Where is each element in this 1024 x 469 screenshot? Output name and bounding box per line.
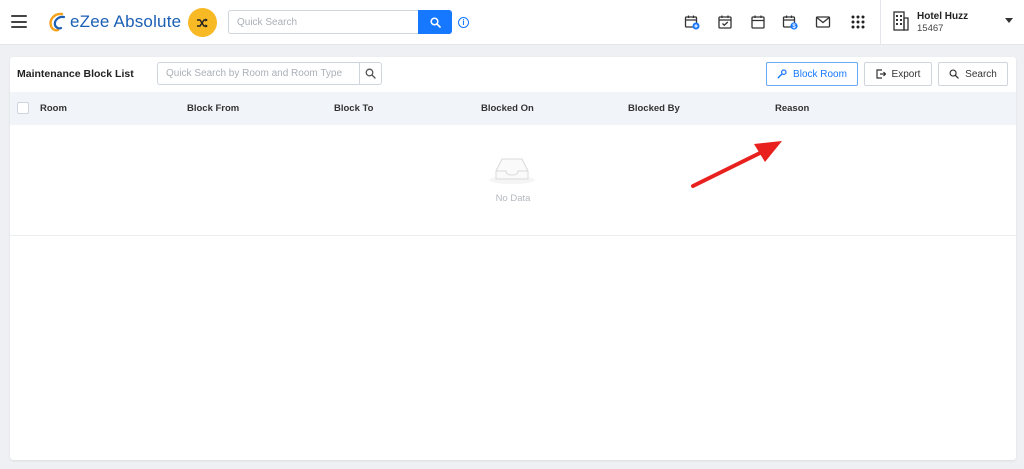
column-block-from[interactable]: Block From <box>187 103 239 114</box>
top-bar: eZee Absolute i <box>0 0 1024 45</box>
calendar-icon[interactable] <box>749 13 767 31</box>
search-icon <box>949 69 959 79</box>
menu-icon[interactable] <box>11 15 27 28</box>
column-room[interactable]: Room <box>40 103 67 114</box>
maintenance-block-card: Maintenance Block List Block Room Export <box>10 57 1016 460</box>
search-button[interactable]: Search <box>938 62 1008 86</box>
no-data-text: No Data <box>495 193 531 204</box>
column-reason[interactable]: Reason <box>775 103 809 114</box>
page-title: Maintenance Block List <box>17 68 134 80</box>
quick-search-input[interactable] <box>228 10 418 34</box>
block-room-label: Block Room <box>793 68 847 80</box>
export-label: Export <box>891 68 921 80</box>
search-icon <box>365 68 376 79</box>
wrench-icon <box>777 69 787 79</box>
empty-inbox-icon <box>489 158 535 184</box>
export-button[interactable]: Export <box>864 62 932 86</box>
calendar-check-icon[interactable] <box>716 13 734 31</box>
select-all-checkbox[interactable] <box>17 102 29 114</box>
app-name: eZee Absolute <box>70 12 182 31</box>
search-icon <box>429 16 441 28</box>
hotel-id: 15467 <box>917 23 944 34</box>
table-header: Room Block From Block To Blocked On Bloc… <box>10 92 1016 125</box>
quick-search-button[interactable] <box>418 10 452 34</box>
logo-mark-icon <box>49 12 66 32</box>
block-room-button[interactable]: Block Room <box>766 62 858 86</box>
apps-grid-icon[interactable] <box>849 13 867 31</box>
calendar-dollar-icon[interactable]: $ <box>781 13 799 31</box>
room-search-input[interactable] <box>157 62 359 85</box>
hotel-selector[interactable]: Hotel Huzz 15467 <box>880 0 1024 45</box>
shuffle-button[interactable] <box>188 8 217 37</box>
building-icon <box>893 11 909 31</box>
column-blocked-on[interactable]: Blocked On <box>481 103 534 114</box>
app-logo[interactable]: eZee Absolute <box>47 11 181 33</box>
shuffle-icon <box>197 17 208 28</box>
export-icon <box>875 69 886 79</box>
column-blocked-by[interactable]: Blocked By <box>628 103 680 114</box>
room-search-button[interactable] <box>359 62 382 85</box>
info-glyph: i <box>462 17 465 27</box>
mail-icon[interactable] <box>814 13 832 31</box>
info-icon[interactable]: i <box>458 17 469 28</box>
column-block-to[interactable]: Block To <box>334 103 373 114</box>
caret-down-icon[interactable] <box>1005 18 1013 23</box>
hotel-name: Hotel Huzz <box>917 11 969 22</box>
empty-state: No Data <box>10 125 1016 236</box>
search-label: Search <box>965 68 997 80</box>
calendar-plus-icon[interactable] <box>683 13 701 31</box>
